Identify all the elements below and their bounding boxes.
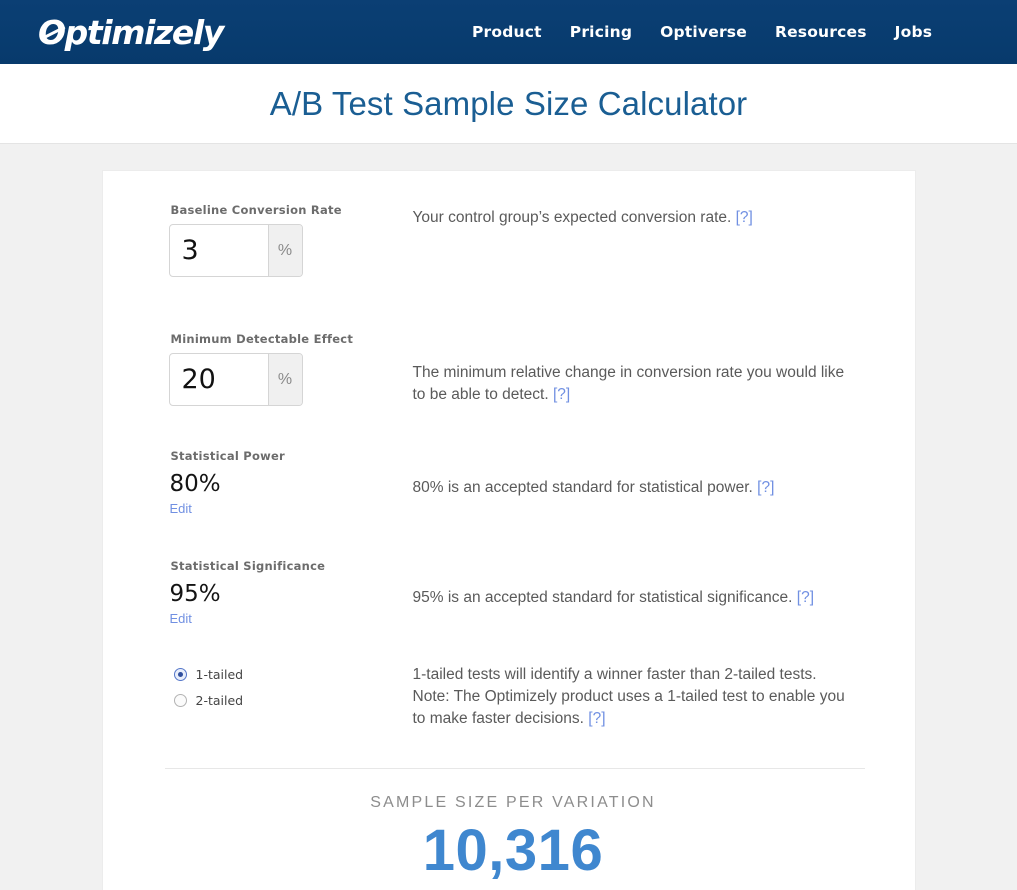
power-help-icon[interactable]: [?] (757, 479, 774, 496)
result-section: SAMPLE SIZE PER VARIATION 10,316 (169, 769, 858, 880)
nav-link-product[interactable]: Product (472, 23, 542, 41)
significance-column: Statistical Significance 95% Edit (169, 559, 413, 628)
logo-rest-text: ptimizely (65, 13, 223, 52)
power-description: 80% is an accepted standard for statisti… (413, 477, 858, 499)
result-label: SAMPLE SIZE PER VARIATION (169, 794, 858, 812)
tails-description: 1-tailed tests will identify a winner fa… (413, 664, 858, 730)
calculator-card: Baseline Conversion Rate % Your control … (102, 170, 916, 890)
nav-link-optiverse[interactable]: Optiverse (660, 23, 747, 41)
baseline-help-icon[interactable]: [?] (736, 209, 753, 226)
baseline-description: Your control group’s expected conversion… (413, 207, 858, 229)
baseline-percent-suffix: % (268, 225, 302, 276)
mde-percent-suffix: % (268, 354, 302, 405)
optimizely-logo[interactable]: Optimizely (38, 11, 223, 53)
mde-input-group[interactable]: % (169, 353, 303, 406)
result-value: 10,316 (169, 822, 858, 880)
power-value: 80% (170, 470, 413, 498)
power-description-text: 80% is an accepted standard for statisti… (413, 479, 753, 496)
power-column: Statistical Power 80% Edit (169, 449, 413, 518)
tails-description-column: 1-tailed tests will identify a winner fa… (413, 664, 858, 730)
field-row-significance: Statistical Significance 95% Edit 95% is… (169, 559, 858, 628)
spacer (169, 628, 858, 664)
title-band: A/B Test Sample Size Calculator (0, 64, 1017, 144)
radio-label-1-tailed: 1-tailed (196, 667, 244, 682)
nav-link-jobs[interactable]: Jobs (895, 23, 933, 41)
power-edit-link[interactable]: Edit (170, 501, 192, 516)
nav-link-resources[interactable]: Resources (775, 23, 867, 41)
nav-link-pricing[interactable]: Pricing (570, 23, 632, 41)
significance-help-icon[interactable]: [?] (797, 589, 814, 606)
field-row-power: Statistical Power 80% Edit 80% is an acc… (169, 449, 858, 518)
radio-label-2-tailed: 2-tailed (196, 693, 244, 708)
top-navigation-bar: Optimizely Product Pricing Optiverse Res… (0, 0, 1017, 64)
spacer (169, 518, 858, 559)
baseline-description-text: Your control group’s expected conversion… (413, 209, 732, 226)
significance-description: 95% is an accepted standard for statisti… (413, 587, 858, 609)
power-description-column: 80% is an accepted standard for statisti… (413, 449, 858, 499)
tails-radio-group: 1-tailed 2-tailed (169, 664, 413, 708)
mde-description: The minimum relative change in conversio… (413, 362, 858, 406)
power-label: Statistical Power (171, 449, 413, 463)
tails-description-text: 1-tailed tests will identify a winner fa… (413, 666, 845, 727)
page-title: A/B Test Sample Size Calculator (270, 85, 748, 123)
mde-description-text: The minimum relative change in conversio… (413, 364, 845, 403)
baseline-input[interactable] (170, 225, 268, 276)
radio-option-1-tailed[interactable]: 1-tailed (169, 667, 413, 682)
significance-value: 95% (170, 580, 413, 608)
radio-unselected-icon[interactable] (174, 694, 187, 707)
baseline-description-column: Your control group’s expected conversion… (413, 203, 858, 229)
field-row-tails: 1-tailed 2-tailed 1-tailed tests will id… (169, 664, 858, 730)
spacer (169, 406, 858, 449)
field-row-mde: Minimum Detectable Effect % The minimum … (169, 332, 858, 406)
baseline-input-group[interactable]: % (169, 224, 303, 277)
mde-help-icon[interactable]: [?] (553, 386, 570, 403)
mde-description-column: The minimum relative change in conversio… (413, 332, 858, 406)
significance-description-text: 95% is an accepted standard for statisti… (413, 589, 793, 606)
mde-label: Minimum Detectable Effect (171, 332, 413, 346)
tails-help-icon[interactable]: [?] (588, 710, 605, 727)
baseline-input-column: Baseline Conversion Rate % (169, 203, 413, 277)
significance-label: Statistical Significance (171, 559, 413, 573)
field-row-baseline: Baseline Conversion Rate % Your control … (169, 203, 858, 277)
logo-wordmark: Optimizely (38, 16, 223, 49)
primary-nav: Product Pricing Optiverse Resources Jobs (472, 0, 932, 64)
significance-description-column: 95% is an accepted standard for statisti… (413, 559, 858, 609)
radio-selected-icon[interactable] (174, 668, 187, 681)
radio-option-2-tailed[interactable]: 2-tailed (169, 693, 413, 708)
baseline-label: Baseline Conversion Rate (171, 203, 413, 217)
spacer (169, 277, 858, 332)
logo-o-glyph: O (38, 16, 65, 49)
mde-input-column: Minimum Detectable Effect % (169, 332, 413, 406)
mde-input[interactable] (170, 354, 268, 405)
page-body: Baseline Conversion Rate % Your control … (0, 144, 1017, 877)
significance-edit-link[interactable]: Edit (170, 611, 192, 626)
